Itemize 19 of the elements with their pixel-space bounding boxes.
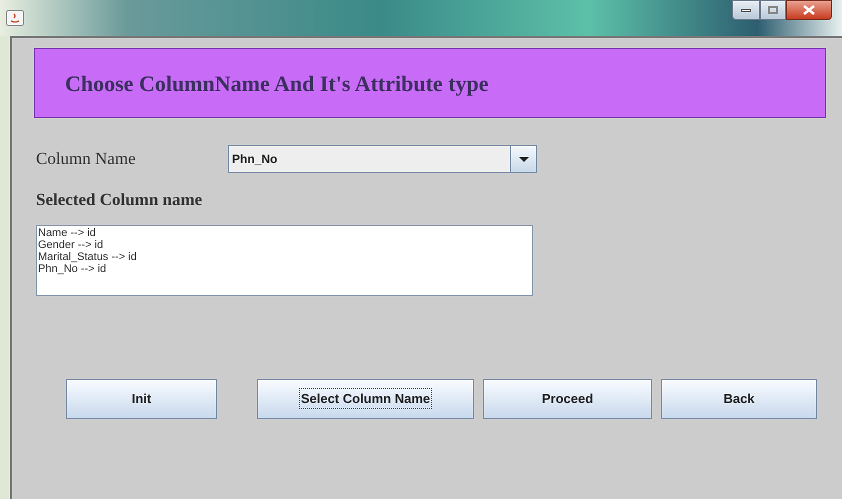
java-icon <box>6 10 24 26</box>
close-icon <box>803 5 815 15</box>
column-name-dropdown[interactable]: Phn_No <box>228 145 537 173</box>
selected-columns-label: Selected Column name <box>36 189 202 211</box>
text-line: Name --> id <box>38 226 96 238</box>
text-line: Phn_No --> id <box>38 262 106 274</box>
text-line: Gender --> id <box>38 238 104 250</box>
minimize-button[interactable] <box>732 0 760 20</box>
action-button[interactable]: Back <box>661 378 817 418</box>
action-button[interactable]: Init <box>66 378 217 418</box>
column-name-label: Column Name <box>36 148 137 170</box>
selected-columns-textarea[interactable]: Name --> id Gender --> id Marital_Status --> id Phn_No --> id <box>36 224 533 296</box>
action-button[interactable]: Proceed <box>483 378 652 418</box>
text-line: Marital_Status --> id <box>38 250 137 262</box>
header-title: Choose ColumnName And It's Attribute type <box>65 70 489 98</box>
close-button[interactable] <box>786 0 832 20</box>
action-button[interactable]: Select Column Name <box>257 378 474 418</box>
dropdown-caret-icon <box>518 156 528 162</box>
maximize-button[interactable] <box>760 0 786 20</box>
